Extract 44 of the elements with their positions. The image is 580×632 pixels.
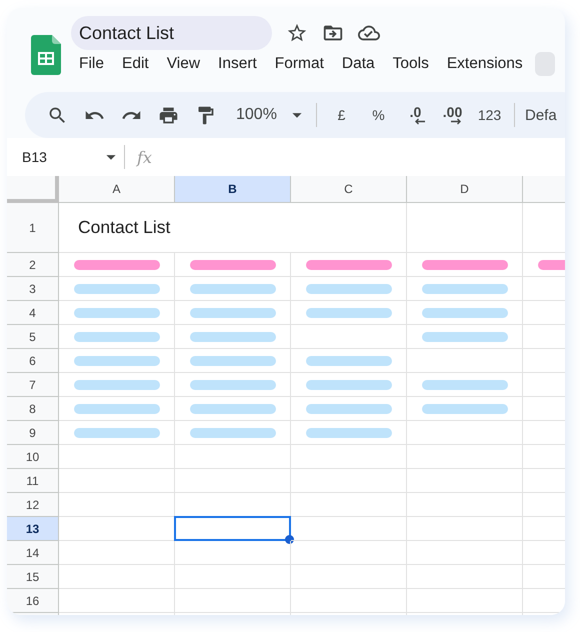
row-header[interactable]: 2 [7, 253, 59, 277]
row-header[interactable]: 12 [7, 493, 59, 517]
menu-item[interactable]: Extensions [436, 53, 531, 75]
row-header[interactable]: 11 [7, 469, 59, 493]
row-header[interactable]: 16 [7, 589, 59, 613]
column-header[interactable]: B [175, 176, 291, 203]
document-title-field[interactable]: Contact List [71, 16, 272, 50]
left-arrow-icon [414, 118, 426, 124]
menu-item[interactable]: Edit [112, 53, 157, 75]
format-button[interactable]: % [360, 107, 397, 123]
zoom-select[interactable]: 100% [236, 106, 286, 124]
sheets-logo-icon [31, 35, 61, 75]
font-select[interactable]: Defa [525, 106, 557, 124]
right-arrow-icon [450, 118, 462, 124]
row-header[interactable]: 4 [7, 301, 59, 325]
row-header[interactable]: 6 [7, 349, 59, 373]
row-header[interactable]: 9 [7, 421, 59, 445]
row-header[interactable]: 15 [7, 565, 59, 589]
column-header[interactable]: C [291, 176, 407, 203]
row-header[interactable]: 14 [7, 541, 59, 565]
column-header[interactable]: D [407, 176, 523, 203]
formula-label: fx [137, 148, 152, 166]
sheet-title-text: Contact List [78, 217, 170, 238]
row-header[interactable]: 5 [7, 325, 59, 349]
format-button[interactable]: 123 [471, 107, 508, 123]
menu-item[interactable]: Format [264, 53, 332, 75]
menu-item[interactable]: Tools [382, 53, 437, 75]
select-all-corner[interactable] [7, 176, 59, 203]
row-header[interactable]: 13 [7, 517, 59, 541]
increase-decimal-button[interactable]: .00 [442, 106, 462, 118]
row-header[interactable]: 10 [7, 445, 59, 469]
menu-item[interactable]: Insert [208, 53, 265, 75]
decrease-decimal-button[interactable]: .0 [410, 106, 422, 118]
star-icon[interactable] [286, 22, 308, 44]
row-header[interactable]: 7 [7, 373, 59, 397]
menu-item[interactable]: Data [332, 53, 383, 75]
row-header[interactable]: 1 [7, 203, 59, 253]
menu-item[interactable]: File [69, 53, 112, 75]
row-header[interactable]: 3 [7, 277, 59, 301]
format-button[interactable]: £ [323, 107, 360, 123]
row-header[interactable]: 8 [7, 397, 59, 421]
column-header[interactable]: A [59, 176, 175, 203]
menu-item[interactable]: View [156, 53, 208, 75]
name-box[interactable]: B13 [22, 149, 100, 165]
